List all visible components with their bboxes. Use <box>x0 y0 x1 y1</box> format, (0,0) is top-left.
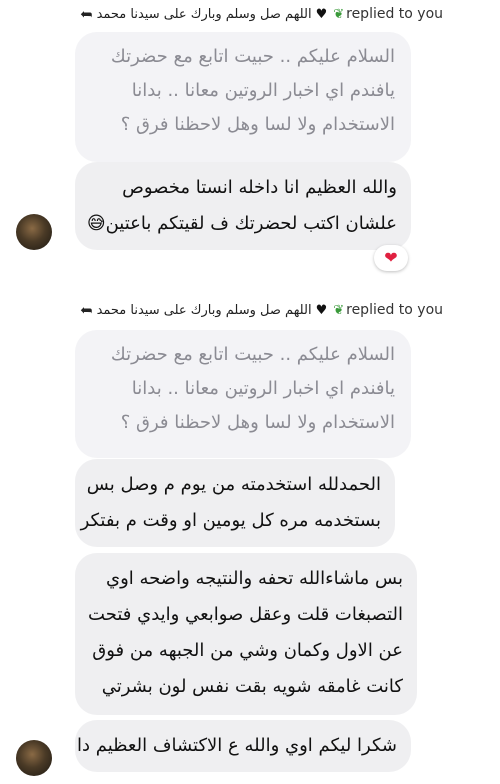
message-line: شكرا ليكم اوي والله ع الاكتشاف العظيم دا <box>77 735 397 756</box>
reply-header: ➦ اللهم صل وسلم وبارك على سيدنا محمد ♥ ❦… <box>80 0 443 28</box>
red-heart-icon: ❤ <box>384 248 398 267</box>
leaf-icon: ❦ <box>333 6 345 22</box>
message-line: بس ماشاءالله تحفه والنتيجه واضحه اوي <box>106 568 403 589</box>
black-heart-icon: ♥ <box>315 6 328 22</box>
message-line: كانت غامقه شويه بقت نفس لون بشرتي <box>101 676 403 697</box>
message-bubble[interactable]: بس ماشاءالله تحفه والنتيجه واضحه اوي الت… <box>75 553 417 715</box>
quoted-message[interactable]: السلام عليكم .. حبيت اتابع مع حضرتك يافن… <box>75 32 411 162</box>
message-line: الحمدلله استخدمته من يوم م وصل بس <box>86 474 381 495</box>
message-line: التصبغات قلت وعقل صوابعي وايدي فتحت <box>88 604 403 625</box>
leaf-icon: ❦ <box>333 302 345 318</box>
reply-sender-name: اللهم صل وسلم وبارك على سيدنا محمد <box>96 6 312 22</box>
avatar[interactable] <box>16 214 52 250</box>
quoted-line: الاستخدام ولا لسا وهل لاحظنا فرق ؟ <box>120 412 395 433</box>
reply-arrow-icon: ➦ <box>80 301 93 319</box>
message-bubble[interactable]: والله العظيم انا داخله انستا مخصوص علشان… <box>75 162 411 250</box>
quoted-line: يافندم اي اخبار الروتين معانا .. بدانا <box>131 80 395 101</box>
quoted-line: الاستخدام ولا لسا وهل لاحظنا فرق ؟ <box>120 114 395 135</box>
reply-header: ➦ اللهم صل وسلم وبارك على سيدنا محمد ♥ ❦… <box>80 296 443 324</box>
message-line: عن الاول وكمان وشي من الجبهه من فوق <box>92 640 403 661</box>
message-line: علشان اكتب لحضرتك ف لقيتكم باعتين😅 <box>86 213 397 234</box>
avatar[interactable] <box>16 740 52 776</box>
replied-to-you-label: replied to you <box>346 302 444 318</box>
reaction-badge[interactable]: ❤ <box>374 245 408 271</box>
quoted-line: السلام عليكم .. حبيت اتابع مع حضرتك <box>110 344 395 365</box>
black-heart-icon: ♥ <box>315 302 328 318</box>
quoted-line: يافندم اي اخبار الروتين معانا .. بدانا <box>131 378 395 399</box>
replied-to-you-label: replied to you <box>346 6 444 22</box>
quoted-line: السلام عليكم .. حبيت اتابع مع حضرتك <box>110 46 395 67</box>
reply-arrow-icon: ➦ <box>80 5 93 23</box>
message-bubble[interactable]: شكرا ليكم اوي والله ع الاكتشاف العظيم دا <box>75 720 411 772</box>
message-bubble[interactable]: الحمدلله استخدمته من يوم م وصل بس بستخدم… <box>75 459 395 547</box>
message-line: والله العظيم انا داخله انستا مخصوص <box>122 177 397 198</box>
quoted-message[interactable]: السلام عليكم .. حبيت اتابع مع حضرتك يافن… <box>75 330 411 458</box>
message-line: بستخدمه مره كل يومين او وقت م بفتكر <box>80 510 381 531</box>
reply-sender-name: اللهم صل وسلم وبارك على سيدنا محمد <box>96 302 312 318</box>
